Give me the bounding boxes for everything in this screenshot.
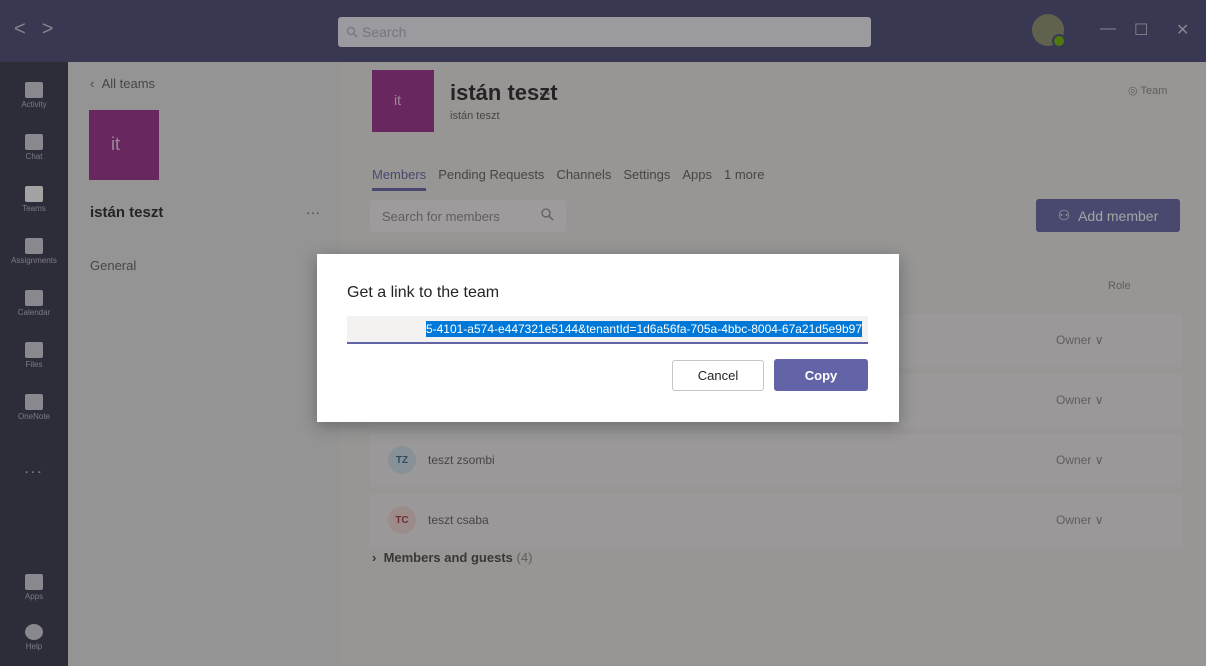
get-link-dialog: Get a link to the team 5-4101-a574-e4473… [317,254,899,422]
dialog-title: Get a link to the team [347,284,500,301]
cancel-button[interactable]: Cancel [672,360,764,391]
copy-button[interactable]: Copy [774,359,868,391]
team-link-field[interactable]: 5-4101-a574-e447321e5144&tenantId=1d6a56… [347,316,868,344]
team-link-text: 5-4101-a574-e447321e5144&tenantId=1d6a56… [425,321,862,337]
